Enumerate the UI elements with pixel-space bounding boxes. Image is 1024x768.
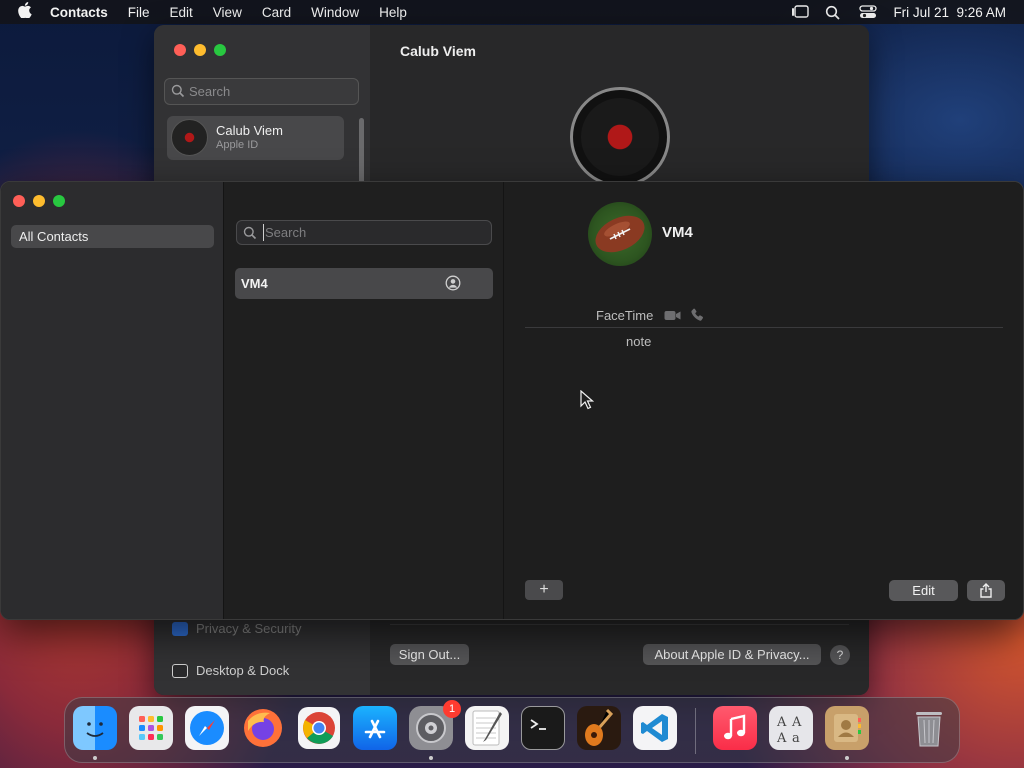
facetime-actions xyxy=(664,308,704,324)
close-button[interactable] xyxy=(13,195,25,207)
avatar xyxy=(171,119,208,156)
profile-picture[interactable] xyxy=(570,87,670,187)
sidebar-item-label: Privacy & Security xyxy=(196,621,302,636)
sidebar-item-desktop-dock[interactable]: Desktop & Dock xyxy=(172,663,289,678)
dock-music-icon[interactable] xyxy=(713,706,757,750)
running-indicator xyxy=(845,756,849,760)
dock-contacts-icon[interactable] xyxy=(825,706,869,750)
sign-out-button[interactable]: Sign Out... xyxy=(390,644,469,665)
divider xyxy=(390,624,849,625)
phone-icon[interactable] xyxy=(691,308,704,324)
sidebar-item-all-contacts[interactable]: All Contacts xyxy=(11,225,214,248)
contacts-search-field[interactable] xyxy=(236,220,492,245)
apple-menu-icon[interactable] xyxy=(10,2,40,22)
stage-manager-icon[interactable] xyxy=(791,5,810,19)
my-card-icon xyxy=(445,275,461,294)
sidebar-item-label: Desktop & Dock xyxy=(196,663,290,678)
minimize-button[interactable] xyxy=(194,44,206,56)
menu-card[interactable]: Card xyxy=(252,5,301,20)
menu-view[interactable]: View xyxy=(203,5,252,20)
dock: 1 AAAa xyxy=(64,697,960,763)
search-icon xyxy=(171,84,185,101)
add-button[interactable]: + xyxy=(525,580,563,600)
menu-app-contacts[interactable]: Contacts xyxy=(40,5,118,20)
share-icon xyxy=(980,583,992,598)
control-center-icon[interactable] xyxy=(859,5,878,19)
menu-file[interactable]: File xyxy=(118,5,160,20)
edit-button[interactable]: Edit xyxy=(889,580,958,601)
dock-garageband-icon[interactable] xyxy=(577,706,621,750)
dock-safari-icon[interactable] xyxy=(185,706,229,750)
divider xyxy=(525,327,1003,328)
menu-window[interactable]: Window xyxy=(301,5,369,20)
menu-help[interactable]: Help xyxy=(369,5,417,20)
contact-detail-name: VM4 xyxy=(662,224,693,241)
groups-sidebar: All Contacts xyxy=(1,182,224,619)
dock-system-settings-icon[interactable]: 1 xyxy=(409,700,461,750)
settings-search-field[interactable]: Search xyxy=(164,78,359,105)
video-camera-icon[interactable] xyxy=(664,309,681,324)
settings-traffic-lights xyxy=(174,44,226,56)
running-indicator xyxy=(429,756,433,760)
contact-list-item[interactable]: VM4 xyxy=(235,268,493,299)
sidebar-item-apple-id[interactable]: Calub Viem Apple ID xyxy=(167,116,344,160)
dock-finder-icon[interactable] xyxy=(73,706,117,750)
settings-search-placeholder: Search xyxy=(189,84,231,99)
dock-launchpad-icon[interactable] xyxy=(129,706,173,750)
menubar-clock[interactable]: Fri Jul 21 9:26 AM xyxy=(893,5,1006,20)
page-title: Calub Viem xyxy=(400,43,476,59)
dock-textedit-icon[interactable] xyxy=(465,706,509,750)
search-input[interactable] xyxy=(263,224,483,241)
share-button[interactable] xyxy=(967,580,1005,601)
note-field[interactable]: note xyxy=(626,334,651,349)
minimize-button[interactable] xyxy=(33,195,45,207)
menu-edit[interactable]: Edit xyxy=(160,5,203,20)
hand-icon xyxy=(172,621,188,636)
zoom-button[interactable] xyxy=(214,44,226,56)
help-button[interactable]: ? xyxy=(830,645,850,665)
svg-text:A: A xyxy=(791,715,802,730)
contacts-list-pane: VM4 xyxy=(224,182,504,619)
dock-chrome-icon[interactable] xyxy=(297,706,341,750)
notification-badge: 1 xyxy=(443,700,461,718)
dock-font-book-icon[interactable]: AAAa xyxy=(769,706,813,750)
dock-trash-icon[interactable] xyxy=(907,706,951,750)
account-subtitle: Apple ID xyxy=(216,139,259,151)
dock-vscode-icon[interactable] xyxy=(633,706,677,750)
dock-separator xyxy=(695,708,696,754)
search-icon xyxy=(243,226,257,243)
zoom-button[interactable] xyxy=(53,195,65,207)
svg-text:A: A xyxy=(776,715,787,730)
mouse-cursor-icon xyxy=(580,390,594,410)
sidebar-item-privacy[interactable]: Privacy & Security xyxy=(172,621,301,636)
football-icon xyxy=(595,215,645,253)
contacts-traffic-lights xyxy=(13,195,65,207)
contact-avatar[interactable] xyxy=(588,202,652,266)
menu-bar: Contacts File Edit View Card Window Help… xyxy=(0,0,1024,24)
dock-icon xyxy=(172,663,188,678)
svg-text:A: A xyxy=(776,731,787,745)
svg-text:a: a xyxy=(792,731,800,745)
dock-app-store-icon[interactable] xyxy=(353,706,397,750)
facetime-label: FaceTime xyxy=(596,308,654,323)
spotlight-search-icon[interactable] xyxy=(825,5,841,20)
contact-name: VM4 xyxy=(241,276,268,291)
about-apple-id-button[interactable]: About Apple ID & Privacy... xyxy=(643,644,821,665)
close-button[interactable] xyxy=(174,44,186,56)
contacts-window: All Contacts VM4 VM4 xyxy=(0,181,1024,620)
running-indicator xyxy=(93,756,97,760)
dock-firefox-icon[interactable] xyxy=(241,706,285,750)
dock-terminal-icon[interactable] xyxy=(521,706,565,750)
account-name: Calub Viem xyxy=(216,123,283,138)
